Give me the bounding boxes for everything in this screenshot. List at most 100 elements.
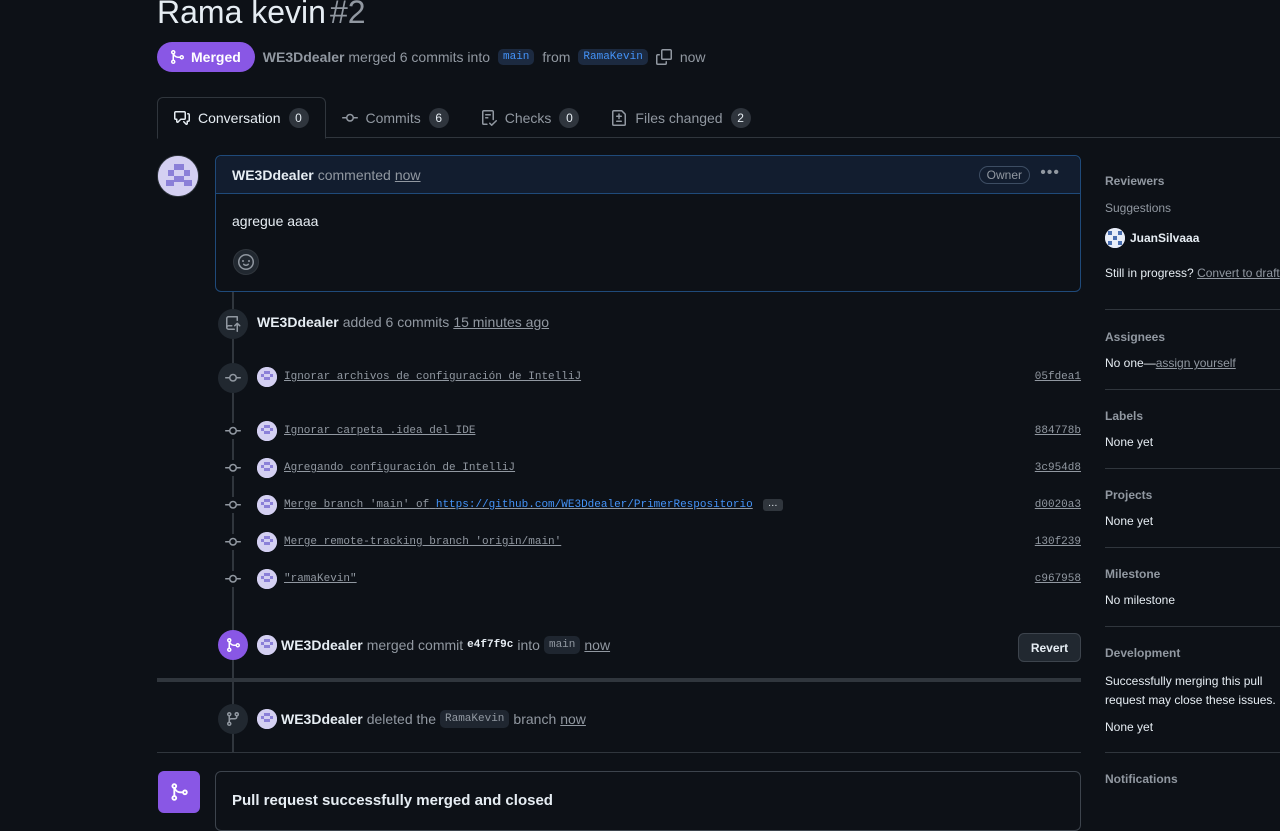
git-merge-icon: [158, 771, 200, 813]
timeline-end-divider: [157, 752, 1081, 753]
tab-commits[interactable]: Commits 6: [326, 97, 465, 138]
tab-checks[interactable]: Checks 0: [465, 97, 596, 138]
merged-state-label: Merged: [191, 49, 241, 65]
commit-message[interactable]: Merge branch 'main' of https://github.co…: [284, 499, 753, 511]
deleted-event-author[interactable]: WE3Ddealer: [281, 711, 363, 727]
assign-yourself-link[interactable]: assign yourself: [1156, 356, 1236, 370]
commit-message[interactable]: Ignorar carpeta .idea del IDE: [284, 425, 475, 437]
copy-icon[interactable]: [655, 49, 672, 65]
commit-message[interactable]: Merge remote-tracking branch 'origin/mai…: [284, 536, 561, 548]
sidebar-projects: Projects None yet: [1105, 488, 1280, 528]
commit-message-url[interactable]: https://github.com/WE3Ddealer/PrimerResp…: [436, 499, 753, 511]
pr-time: now: [679, 49, 706, 65]
merged-state-badge: Merged: [157, 42, 255, 72]
sidebar-reviewers: Reviewers Suggestions JuanSilvaaa Still …: [1105, 174, 1280, 280]
commit-sha[interactable]: 130f239: [1035, 536, 1081, 548]
merged-into-branch[interactable]: main: [543, 636, 581, 654]
assignees-heading[interactable]: Assignees: [1105, 330, 1280, 344]
commit-author-avatar[interactable]: [257, 532, 277, 552]
add-reaction-button[interactable]: [233, 249, 259, 275]
commit-author-avatar[interactable]: [257, 367, 277, 387]
commit-row: "ramaKevin" c967958: [257, 569, 1081, 589]
commit-message[interactable]: Agregando configuración de IntelliJ: [284, 462, 515, 474]
git-commit-icon: [225, 497, 241, 513]
git-commit-icon: [225, 423, 241, 439]
convert-to-draft-link[interactable]: Convert to draft: [1197, 266, 1280, 280]
commits-event-action: added 6 commits: [342, 314, 450, 330]
tab-files-changed-label: Files changed: [635, 109, 723, 126]
commit-row: Merge remote-tracking branch 'origin/mai…: [257, 532, 1081, 552]
tab-conversation[interactable]: Conversation 0: [157, 97, 326, 139]
deleted-event-suffix: branch: [513, 711, 557, 727]
kebab-horizontal-icon[interactable]: •••: [1040, 164, 1060, 182]
sidebar-divider: [1105, 626, 1280, 627]
labels-heading[interactable]: Labels: [1105, 409, 1280, 423]
sidebar-notifications: Notifications: [1105, 772, 1280, 786]
commit-author-avatar[interactable]: [257, 421, 277, 441]
tab-files-changed-count: 2: [730, 107, 751, 128]
timeline-divider: [157, 678, 1081, 682]
projects-value: None yet: [1105, 514, 1154, 528]
merged-commit-sha[interactable]: e4f7f9c: [467, 639, 513, 651]
commits-event-time[interactable]: 15 minutes ago: [453, 314, 549, 330]
deleter-avatar[interactable]: [257, 709, 277, 729]
deleted-event-time[interactable]: now: [560, 711, 586, 727]
pr-tabs: Conversation 0 Commits 6 Checks 0 Files …: [157, 97, 1280, 139]
commits-event-author[interactable]: WE3Ddealer: [257, 314, 339, 330]
commit-sha[interactable]: d0020a3: [1035, 499, 1081, 511]
labels-value: None yet: [1105, 435, 1154, 449]
draft-prompt: Still in progress? Convert to draft: [1105, 266, 1280, 280]
author-avatar[interactable]: [157, 155, 199, 197]
commit-message[interactable]: Ignorar archivos de configuración de Int…: [284, 371, 581, 383]
merged-event-action: merged commit: [366, 637, 464, 653]
file-diff-icon: [612, 109, 627, 126]
git-commit-icon: [341, 113, 358, 122]
assignees-value: No one—assign yourself: [1105, 356, 1280, 370]
commit-row: Agregando configuración de IntelliJ 3c95…: [257, 458, 1081, 478]
merge-icon: [171, 50, 185, 64]
comment-discussion-icon: [174, 111, 190, 125]
git-commit-icon: [218, 363, 248, 393]
commit-sha[interactable]: 05fdea1: [1035, 371, 1081, 383]
base-branch-tag[interactable]: main: [498, 49, 535, 65]
sidebar-development: Development Successfully merging this pu…: [1105, 646, 1280, 734]
commit-author-avatar[interactable]: [257, 569, 277, 589]
projects-heading[interactable]: Projects: [1105, 488, 1280, 502]
owner-badge: Owner: [978, 166, 1030, 184]
tab-files-changed[interactable]: Files changed 2: [595, 97, 766, 138]
tab-conversation-count: 0: [288, 108, 309, 128]
commit-author-avatar[interactable]: [257, 495, 277, 515]
merged-event-author[interactable]: WE3Ddealer: [281, 637, 363, 653]
notifications-heading: Notifications: [1105, 772, 1178, 786]
revert-button[interactable]: Revert: [1018, 633, 1081, 662]
merged-event-into: into: [517, 637, 540, 653]
tab-conversation-label: Conversation: [198, 110, 281, 126]
suggested-reviewer[interactable]: JuanSilvaaa: [1105, 228, 1280, 248]
milestone-heading[interactable]: Milestone: [1105, 567, 1280, 581]
commit-sha[interactable]: 884778b: [1035, 425, 1081, 437]
comment-time[interactable]: now: [395, 167, 421, 183]
sidebar-divider: [1105, 389, 1280, 390]
deleted-branch-tag[interactable]: RamaKevin: [440, 710, 510, 728]
reviewers-heading[interactable]: Reviewers: [1105, 174, 1280, 188]
sidebar-divider: [1105, 752, 1280, 753]
commit-message[interactable]: "ramaKevin": [284, 573, 357, 585]
commit-row: Ignorar archivos de configuración de Int…: [257, 367, 1081, 387]
branch-deleted-event: WE3Ddealer deleted the RamaKevin branch …: [257, 709, 586, 729]
commit-sha[interactable]: 3c954d8: [1035, 462, 1081, 474]
merger-avatar[interactable]: [257, 635, 277, 655]
pr-number: #2: [329, 0, 366, 30]
commit-sha[interactable]: c967958: [1035, 573, 1081, 585]
pr-author-link[interactable]: WE3Ddealer: [263, 49, 345, 65]
repo-push-icon: [218, 309, 248, 339]
git-commit-icon: [225, 460, 241, 476]
commit-author-avatar[interactable]: [257, 458, 277, 478]
merged-event-time[interactable]: now: [584, 637, 610, 653]
git-commit-icon: [225, 534, 241, 550]
development-heading[interactable]: Development: [1105, 646, 1280, 660]
head-branch-tag[interactable]: RamaKevin: [578, 49, 648, 65]
reviewer-name: JuanSilvaaa: [1130, 231, 1200, 245]
expand-commit-message-button[interactable]: …: [762, 499, 783, 511]
from-text: from: [542, 49, 571, 65]
comment-author[interactable]: WE3Ddealer: [232, 167, 314, 183]
